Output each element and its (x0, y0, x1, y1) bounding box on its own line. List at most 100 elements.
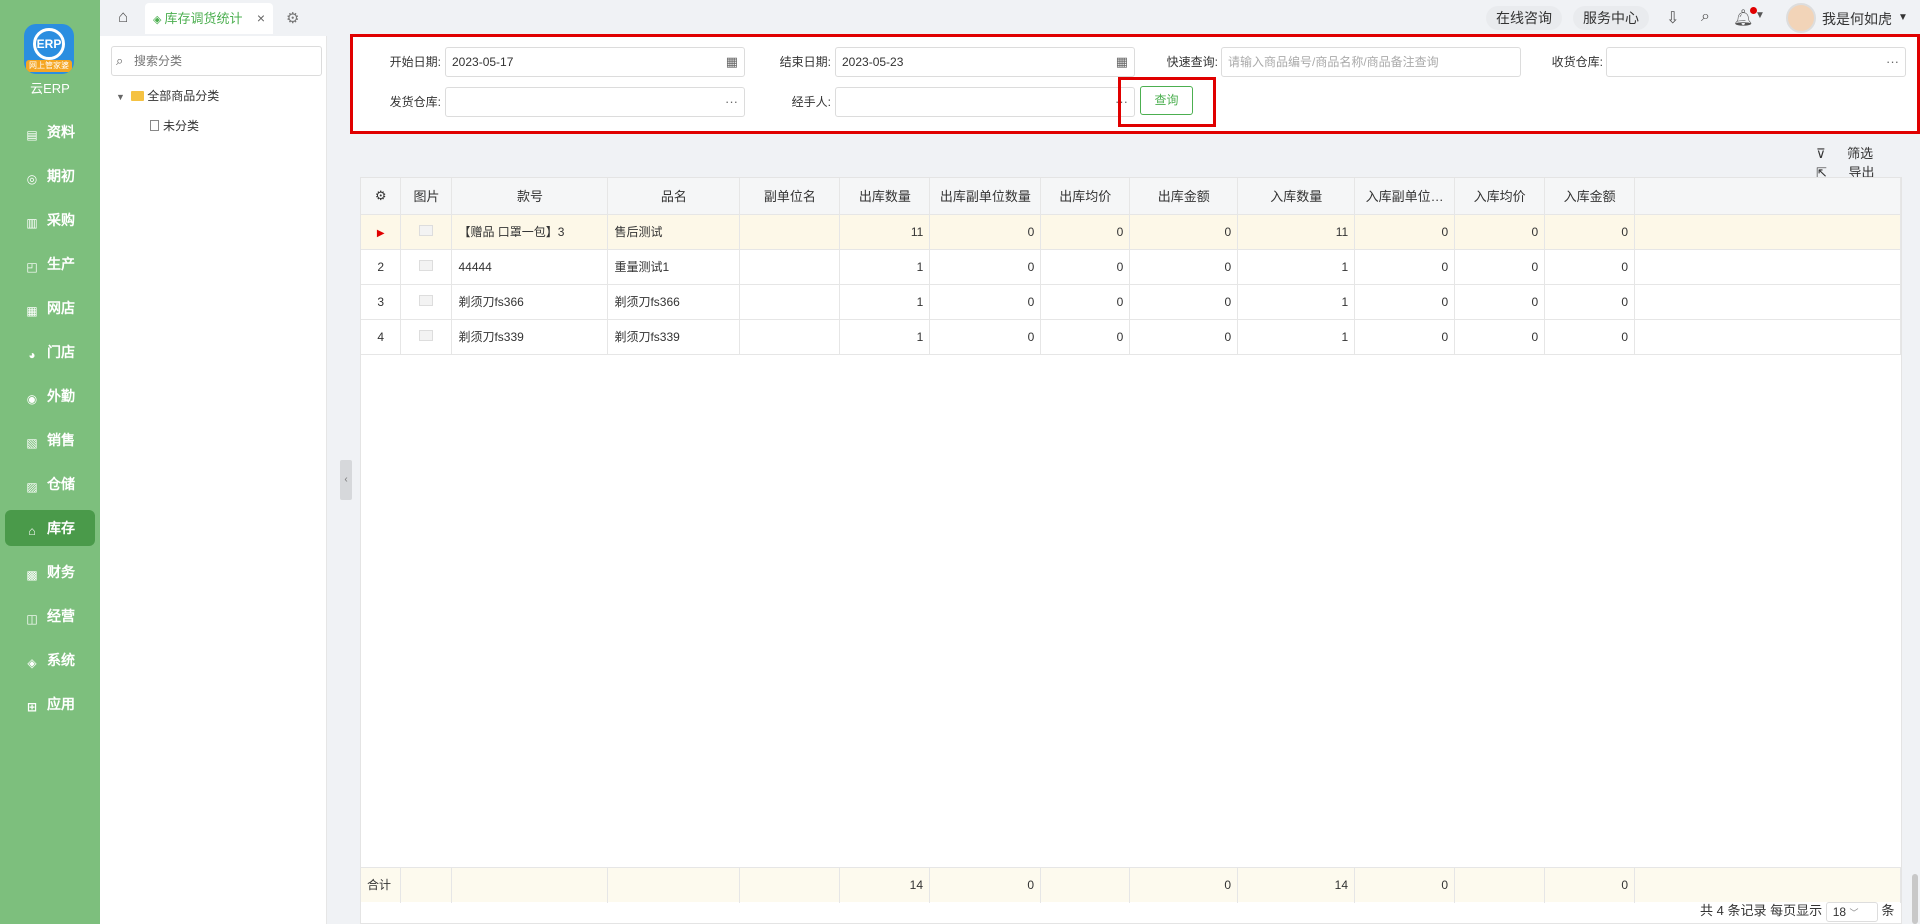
cell-code[interactable]: 44444 (451, 249, 609, 285)
chevron-down-icon[interactable]: ▼ (1755, 10, 1765, 21)
caret-down-icon[interactable]: ▼ (116, 92, 125, 102)
filter-button[interactable]: ⊽ 筛选 (1798, 146, 1873, 161)
cell-in-qty[interactable]: 11 (1237, 214, 1356, 250)
column-settings-icon[interactable]: ⚙ (361, 178, 402, 215)
image-placeholder-icon[interactable] (400, 249, 453, 285)
cell-out-avg[interactable]: 0 (1040, 319, 1131, 355)
image-placeholder-icon[interactable] (400, 214, 453, 250)
start-date-field[interactable]: 2023-05-17 ▦ (445, 47, 745, 77)
user-name[interactable]: 我是何如虎 (1822, 9, 1892, 29)
home-icon[interactable]: ⌂ (118, 8, 136, 26)
cell-in-sub-qty[interactable]: 0 (1354, 214, 1456, 250)
column-header[interactable]: 品名 (607, 178, 741, 215)
table-row[interactable]: 4 剃须刀fs339 剃须刀fs339 1 0 0 0 1 0 0 0 (361, 319, 1901, 355)
column-header[interactable]: 出库副单位数量 (929, 178, 1042, 215)
cell-in-sub-qty[interactable]: 0 (1354, 284, 1456, 320)
quick-search-input[interactable]: 请输入商品编号/商品名称/商品备注查询 (1221, 47, 1521, 77)
sidebar-item-10[interactable]: ▩ 财务 (5, 554, 95, 590)
column-header[interactable]: 入库副单位… (1354, 178, 1456, 215)
category-search-input[interactable] (134, 51, 314, 71)
per-page-select[interactable]: 18 ﹀ (1825, 901, 1878, 922)
cell-out-qty[interactable]: 11 (839, 214, 931, 250)
app-logo[interactable]: ERP 网上管家婆 (24, 24, 74, 74)
cell-out-sub-qty[interactable]: 0 (929, 249, 1042, 285)
calendar-icon[interactable]: ▦ (1116, 48, 1128, 76)
collapse-panel-handle[interactable]: ‹ (340, 460, 352, 500)
cloud-download-icon[interactable]: ⇩ (1666, 8, 1679, 28)
cell-out-amt[interactable]: 0 (1129, 319, 1239, 355)
cell-sub-unit[interactable] (739, 319, 841, 355)
cell-sub-unit[interactable] (739, 284, 841, 320)
table-row[interactable]: 2 44444 重量测试1 1 0 0 0 1 0 0 0 (361, 249, 1901, 285)
column-header[interactable]: 入库数量 (1237, 178, 1356, 215)
more-icon[interactable]: ··· (1886, 48, 1899, 76)
sidebar-item-13[interactable]: ⊞ 应用 (5, 686, 95, 722)
sidebar-item-5[interactable]: ◕ 门店 (5, 334, 95, 370)
cell-out-amt[interactable]: 0 (1129, 284, 1239, 320)
column-header[interactable]: 款号 (451, 178, 609, 215)
cell-out-qty[interactable]: 1 (839, 319, 931, 355)
sidebar-item-9[interactable]: ⌂ 库存 (5, 510, 95, 546)
tab-inventory-transfer-stats[interactable]: ◈ 库存调货统计 × (145, 3, 273, 34)
tree-root[interactable]: ▼ 全部商品分类 (116, 88, 219, 105)
cell-out-sub-qty[interactable]: 0 (929, 319, 1042, 355)
cell-in-qty[interactable]: 1 (1237, 284, 1356, 320)
cell-name[interactable]: 重量测试1 (607, 249, 741, 285)
table-row[interactable]: 3 剃须刀fs366 剃须刀fs366 1 0 0 0 1 0 0 0 (361, 284, 1901, 320)
cell-out-sub-qty[interactable]: 0 (929, 214, 1042, 250)
sidebar-item-4[interactable]: ▦ 网店 (5, 290, 95, 326)
cell-in-qty[interactable]: 1 (1237, 319, 1356, 355)
cell-in-avg[interactable]: 0 (1454, 214, 1546, 250)
cell-out-avg[interactable]: 0 (1040, 284, 1131, 320)
category-search[interactable]: ⌕ (111, 46, 322, 76)
cell-in-amt[interactable]: 0 (1544, 319, 1636, 355)
handler-field[interactable]: ··· (835, 87, 1135, 117)
sidebar-item-8[interactable]: ▨ 仓储 (5, 466, 95, 502)
cell-name[interactable]: 剃须刀fs366 (607, 284, 741, 320)
send-warehouse-field[interactable]: ··· (445, 87, 745, 117)
image-placeholder-icon[interactable] (400, 319, 453, 355)
sidebar-item-1[interactable]: ◎ 期初 (5, 158, 95, 194)
cell-out-avg[interactable]: 0 (1040, 249, 1131, 285)
image-placeholder-icon[interactable] (400, 284, 453, 320)
sidebar-item-12[interactable]: ◈ 系统 (5, 642, 95, 678)
sidebar-item-3[interactable]: ◰ 生产 (5, 246, 95, 282)
sidebar-item-2[interactable]: ▥ 采购 (5, 202, 95, 238)
cell-out-avg[interactable]: 0 (1040, 214, 1131, 250)
scrollbar[interactable] (1912, 874, 1918, 924)
cell-in-amt[interactable]: 0 (1544, 249, 1636, 285)
cell-sub-unit[interactable] (739, 249, 841, 285)
search-icon[interactable]: ⌕ (1701, 8, 1710, 26)
cell-out-sub-qty[interactable]: 0 (929, 284, 1042, 320)
cell-name[interactable]: 剃须刀fs339 (607, 319, 741, 355)
cell-sub-unit[interactable] (739, 214, 841, 250)
cell-out-amt[interactable]: 0 (1129, 214, 1239, 250)
cell-code[interactable]: 剃须刀fs366 (451, 284, 609, 320)
column-header[interactable]: 入库金额 (1544, 178, 1636, 215)
cell-name[interactable]: 售后测试 (607, 214, 741, 250)
close-icon[interactable]: × (257, 3, 265, 34)
column-header[interactable]: 出库数量 (839, 178, 931, 215)
calendar-icon[interactable]: ▦ (726, 48, 738, 76)
column-header[interactable]: 入库均价 (1454, 178, 1546, 215)
user-menu-chevron-icon[interactable]: ▼ (1898, 12, 1908, 23)
sidebar-item-7[interactable]: ▧ 销售 (5, 422, 95, 458)
table-row[interactable]: ▶ 【赠品 口罩一包】3 售后测试 11 0 0 0 11 0 0 0 (361, 214, 1901, 250)
query-button[interactable]: 查询 (1140, 86, 1193, 115)
sidebar-item-0[interactable]: ▤ 资料 (5, 114, 95, 150)
cell-in-amt[interactable]: 0 (1544, 284, 1636, 320)
cell-in-avg[interactable]: 0 (1454, 249, 1546, 285)
avatar[interactable] (1786, 3, 1816, 33)
cell-in-amt[interactable]: 0 (1544, 214, 1636, 250)
more-icon[interactable]: ··· (725, 88, 738, 116)
cell-out-qty[interactable]: 1 (839, 284, 931, 320)
gear-icon[interactable]: ⚙ (286, 9, 299, 27)
sidebar-item-6[interactable]: ◉ 外勤 (5, 378, 95, 414)
column-header[interactable]: 副单位名 (739, 178, 841, 215)
sidebar-item-11[interactable]: ◫ 经营 (5, 598, 95, 634)
cell-in-qty[interactable]: 1 (1237, 249, 1356, 285)
cell-in-avg[interactable]: 0 (1454, 319, 1546, 355)
cell-code[interactable]: 剃须刀fs339 (451, 319, 609, 355)
cell-out-amt[interactable]: 0 (1129, 249, 1239, 285)
column-header[interactable]: 出库均价 (1040, 178, 1131, 215)
